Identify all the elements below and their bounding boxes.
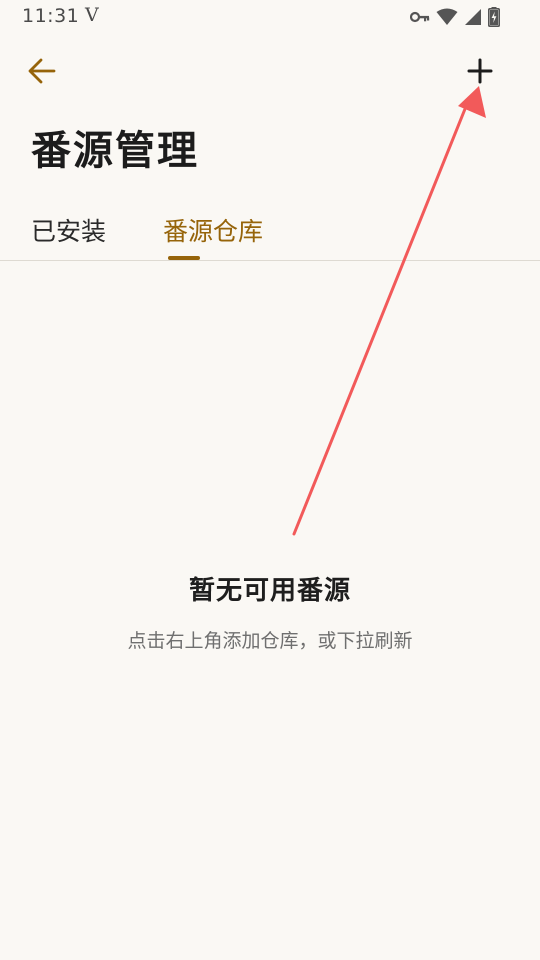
add-repository-button[interactable] (461, 54, 499, 92)
tab-source-repository[interactable]: 番源仓库 (163, 212, 263, 248)
tab-installed[interactable]: 已安装 (31, 212, 106, 248)
status-icons (410, 7, 500, 27)
wifi-icon (436, 8, 458, 26)
status-time: 11:31 (22, 5, 80, 27)
page-title: 番源管理 (31, 128, 199, 174)
back-button[interactable] (24, 55, 60, 91)
vpn-key-icon (410, 11, 430, 23)
battery-charging-icon (488, 7, 500, 27)
tab-bar: 已安装 番源仓库 (0, 200, 540, 261)
screen: 11:31 V 番源管理 已安装 番源仓库 暂无可用番源 点击右上角添加仓库，或… (0, 0, 540, 960)
plus-icon (467, 58, 493, 88)
arrow-left-icon (28, 58, 56, 88)
carrier-glyph: V (85, 4, 99, 26)
empty-state-title: 暂无可用番源 (188, 576, 351, 606)
empty-state-description: 点击右上角添加仓库，或下拉刷新 (127, 630, 413, 652)
status-bar: 11:31 V (0, 0, 540, 34)
cellular-signal-icon (464, 8, 482, 26)
tabs-divider (0, 260, 540, 261)
